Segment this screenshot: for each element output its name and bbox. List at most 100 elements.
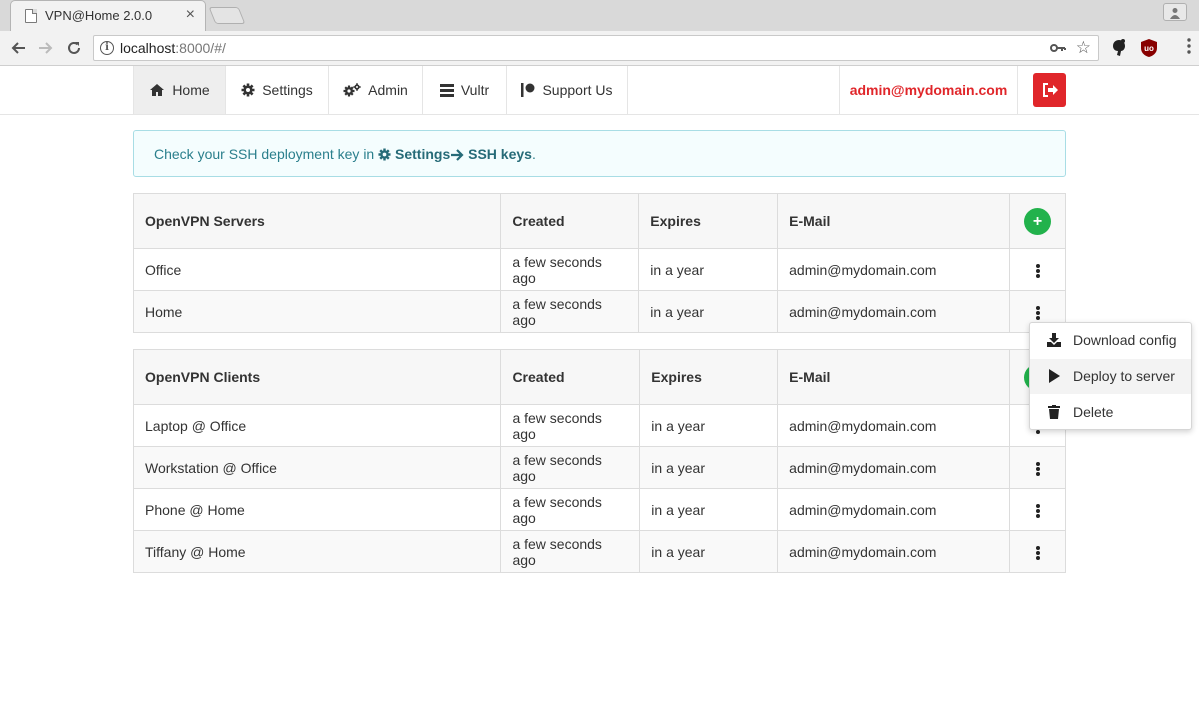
nav-support-us-label: Support Us [542,82,613,98]
star-icon[interactable]: ☆ [1076,38,1091,58]
browser-tabstrip: VPN@Home 2.0.0 × [0,0,1199,31]
servers-table: OpenVPN Servers Created Expires E-Mail +… [133,193,1066,333]
browser-menu-button[interactable] [1187,37,1191,59]
nav-settings[interactable]: Settings [225,66,328,114]
gear-icon [241,83,255,97]
col-header-name: OpenVPN Clients [133,349,502,405]
client-email: admin@mydomain.com [777,446,1011,489]
client-expires: in a year [639,530,779,573]
col-header-name: OpenVPN Servers [133,193,502,249]
url-text[interactable]: localhost:8000/#/ [120,40,226,56]
play-icon [1049,369,1060,383]
server-email: admin@mydomain.com [777,248,1011,291]
sign-out-icon [1042,83,1058,97]
extension-gnome-icon[interactable] [1110,38,1130,58]
browser-toolbar: i localhost:8000/#/ ☆ uo [0,31,1199,66]
svg-text:uo: uo [1144,44,1154,53]
reload-icon [68,41,80,54]
row-actions [1009,446,1066,489]
key-icon[interactable] [1050,40,1066,56]
table-row[interactable]: Workstation @ Office a few seconds ago i… [133,446,1066,489]
client-expires: in a year [639,488,779,531]
nav-home-label: Home [172,82,210,98]
col-header-expires: Expires [639,349,779,405]
menu-item-label: Deploy to server [1073,368,1175,384]
client-expires: in a year [639,404,779,447]
server-email: admin@mydomain.com [777,290,1011,333]
client-created: a few seconds ago [500,446,641,489]
server-name: Home [133,290,502,333]
reload-button[interactable] [63,37,85,59]
menu-item-download-config[interactable]: Download config [1030,323,1191,358]
menu-item-deploy-to-server[interactable]: Deploy to server [1030,359,1191,394]
logout-button[interactable] [1033,73,1066,107]
row-menu-button[interactable] [1035,305,1040,320]
client-name: Tiffany @ Home [133,530,502,573]
client-email: admin@mydomain.com [777,530,1011,573]
table-row[interactable]: Home a few seconds ago in a year admin@m… [133,290,1066,333]
row-menu-button[interactable] [1035,503,1040,518]
col-header-actions: + [1009,193,1066,249]
client-expires: in a year [639,446,779,489]
table-row[interactable]: Laptop @ Office a few seconds ago in a y… [133,404,1066,447]
page-icon [25,9,37,23]
arrow-right-icon [39,42,53,54]
table-row[interactable]: Phone @ Home a few seconds ago in a year… [133,488,1066,531]
nav-settings-label: Settings [262,82,313,98]
gear-icon [378,148,391,161]
client-email: admin@mydomain.com [777,488,1011,531]
client-name: Phone @ Home [133,488,502,531]
menu-item-delete[interactable]: Delete [1030,395,1191,430]
vertical-dots-icon [1187,38,1191,54]
server-icon [439,83,454,97]
row-menu-button[interactable] [1035,263,1040,278]
tab-close-button[interactable]: × [186,6,195,24]
client-created: a few seconds ago [500,530,641,573]
row-actions [1009,248,1066,291]
extension-ublock-icon[interactable]: uo [1140,38,1160,58]
address-bar[interactable]: i localhost:8000/#/ ☆ [93,35,1099,61]
arrow-left-icon [11,42,25,54]
client-created: a few seconds ago [500,404,641,447]
person-icon [1170,6,1180,19]
alert-settings-link[interactable]: Settings SSH keys [378,146,532,162]
server-actions-dropdown: Download config Deploy to server Delete [1029,322,1192,430]
forward-button[interactable] [35,37,57,59]
client-created: a few seconds ago [500,488,641,531]
alert-text: Check your SSH deployment key in [154,146,379,162]
info-icon[interactable]: i [100,41,114,55]
profile-button[interactable] [1163,3,1187,21]
nav-support-us[interactable]: Support Us [506,66,628,114]
download-icon [1047,333,1061,347]
trash-icon [1048,405,1060,419]
row-menu-button[interactable] [1035,461,1040,476]
patreon-icon [521,83,535,97]
row-menu-button[interactable] [1035,545,1040,560]
client-name: Laptop @ Office [133,404,502,447]
client-name: Workstation @ Office [133,446,502,489]
nav-user-email[interactable]: admin@mydomain.com [839,66,1018,114]
table-row[interactable]: Office a few seconds ago in a year admin… [133,248,1066,291]
table-row[interactable]: Tiffany @ Home a few seconds ago in a ye… [133,530,1066,573]
tab-title: VPN@Home 2.0.0 [45,8,153,23]
nav-vultr[interactable]: Vultr [422,66,506,114]
browser-tab[interactable]: VPN@Home 2.0.0 × [10,0,206,31]
nav-home[interactable]: Home [133,66,225,114]
arrow-right-icon [451,149,464,161]
col-header-email: E-Mail [777,193,1011,249]
col-header-created: Created [500,193,640,249]
server-expires: in a year [638,290,779,333]
menu-item-label: Delete [1073,404,1114,420]
col-header-created: Created [500,349,641,405]
back-button[interactable] [7,37,29,59]
new-tab-button[interactable] [208,7,246,24]
table-header-row: OpenVPN Servers Created Expires E-Mail + [133,193,1066,249]
col-header-expires: Expires [638,193,779,249]
add-server-button[interactable]: + [1024,207,1051,235]
col-header-email: E-Mail [777,349,1011,405]
nav-admin[interactable]: Admin [328,66,422,114]
server-name: Office [133,248,502,291]
server-expires: in a year [638,248,779,291]
ssh-key-alert: Check your SSH deployment key in Setting… [133,130,1066,177]
app-navbar: Home Settings Admin Vultr Support Us adm… [0,66,1199,115]
